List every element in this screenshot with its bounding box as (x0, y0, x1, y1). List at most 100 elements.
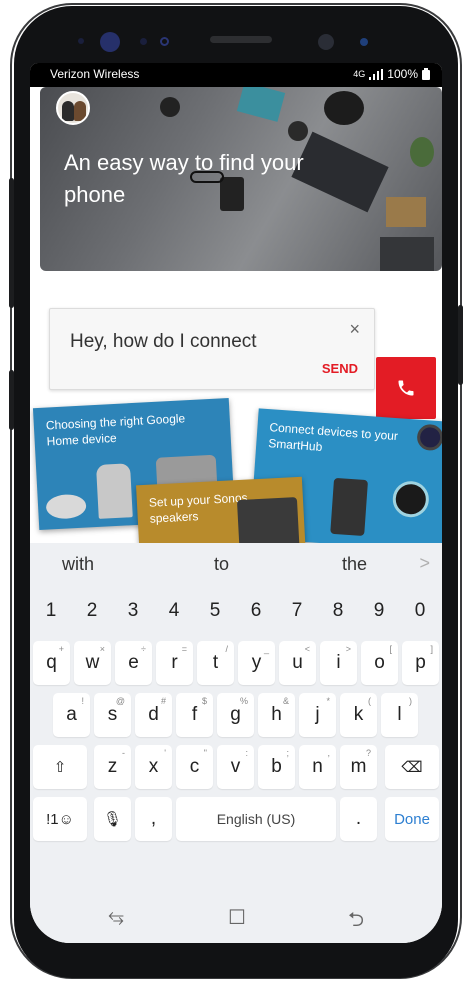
key-m[interactable]: ? m (340, 745, 377, 789)
led-sensor (360, 38, 368, 46)
key-y-hint: _ (263, 644, 269, 654)
power-button (458, 305, 463, 385)
key-h-label: h (271, 704, 282, 725)
tile-sonos-label: Set up your Sonos speakers (148, 490, 248, 526)
key-c[interactable]: " c (176, 745, 213, 789)
signal-icon (369, 68, 384, 80)
key-4[interactable]: 4 (155, 589, 193, 633)
proximity-sensor (140, 38, 147, 45)
key-d[interactable]: # d (135, 693, 172, 737)
key-t-hint: / (225, 644, 228, 654)
key-l[interactable]: ) l (381, 693, 418, 737)
key-j[interactable]: * j (299, 693, 336, 737)
key-h[interactable]: & h (258, 693, 295, 737)
backspace-icon[interactable]: ⌫ (385, 745, 439, 789)
key-6[interactable]: 6 (237, 589, 275, 633)
key-e[interactable]: ÷ e (115, 641, 152, 685)
key-q-label: q (46, 652, 57, 673)
close-icon[interactable]: × (349, 319, 360, 340)
key-d-label: d (148, 704, 159, 725)
key-2[interactable]: 2 (73, 589, 111, 633)
headphones-deco (324, 91, 364, 125)
key-g[interactable]: % g (217, 693, 254, 737)
key-0[interactable]: 0 (401, 589, 439, 633)
key-u[interactable]: < u (279, 641, 316, 685)
hero-title: An easy way to find your phone (64, 150, 304, 207)
key-q[interactable]: + q (33, 641, 70, 685)
key-n[interactable]: ,n (299, 745, 336, 789)
done-button[interactable]: Done (385, 797, 439, 841)
suggestion-3[interactable]: the (342, 554, 367, 575)
back-icon[interactable]: ⮌ (348, 905, 364, 939)
key-i[interactable]: > i (320, 641, 357, 685)
speaker-mini-deco (45, 493, 87, 520)
send-button[interactable]: SEND (322, 361, 358, 376)
key-1[interactable]: 1 (32, 589, 70, 633)
key-t-label: t (212, 652, 219, 673)
number-row: 1 2 3 4 5 6 7 8 9 0 (30, 589, 442, 633)
key-5[interactable]: 5 (196, 589, 234, 633)
space-key[interactable]: English (US) (176, 797, 336, 841)
comma-key[interactable]: , (135, 797, 172, 841)
shift-icon[interactable]: ⇧ (33, 745, 87, 789)
home-icon[interactable]: ☐ (228, 905, 246, 930)
key-s[interactable]: @ s (94, 693, 131, 737)
key-j-label: j (315, 704, 320, 725)
symbols-key[interactable]: !1☺ (33, 797, 87, 841)
earpiece-speaker (210, 36, 272, 43)
key-y[interactable]: _ y (238, 641, 275, 685)
key-e-hint: ÷ (141, 644, 146, 654)
key-9[interactable]: 9 (360, 589, 398, 633)
chevron-right-icon[interactable]: > (419, 553, 430, 574)
suggestion-2[interactable]: to (214, 554, 229, 575)
speaker-deco (95, 463, 133, 519)
letter-row-1: + q × w ÷ e = r / t _ y < u > i [o ] p (30, 641, 442, 685)
key-w-label: w (85, 652, 100, 673)
key-3[interactable]: 3 (114, 589, 152, 633)
camera-lens-deco (160, 97, 180, 117)
key-w-hint: × (99, 644, 105, 654)
cup-deco (288, 121, 308, 141)
mic-icon[interactable]: 🎙 (94, 797, 131, 841)
phone-deco (330, 477, 369, 537)
key-b[interactable]: ; b (258, 745, 295, 789)
key-w[interactable]: × w (74, 641, 111, 685)
period-key[interactable]: . (340, 797, 377, 841)
key-y-label: y (251, 652, 262, 673)
carrier-label: Verizon Wireless (50, 67, 140, 81)
key-a[interactable]: ! a (53, 693, 90, 737)
recents-icon[interactable]: ⥃ (108, 905, 124, 928)
key-f-label: f (191, 704, 198, 725)
key-k[interactable]: (k (340, 693, 377, 737)
letter-row-3: ⇧ -z ' x " c :v ; b ,n ? m ⌫ (30, 745, 442, 789)
notebook-deco (236, 87, 286, 122)
key-l-hint: ) (409, 696, 412, 706)
chat-input-card[interactable]: Hey, how do I connect × SEND (49, 308, 375, 390)
key-o[interactable]: [o (361, 641, 398, 685)
key-k-label: k (353, 704, 364, 725)
key-8[interactable]: 8 (319, 589, 357, 633)
key-7[interactable]: 7 (278, 589, 316, 633)
key-v-hint: : (245, 748, 248, 758)
key-u-hint: < (304, 644, 310, 654)
key-a-hint: ! (81, 696, 84, 706)
key-z[interactable]: -z (94, 745, 131, 789)
hero-banner[interactable]: An easy way to find your phone (40, 87, 442, 271)
phone-screen: Verizon Wireless 4G 100% An easy way to … (30, 63, 442, 943)
key-v[interactable]: :v (217, 745, 254, 789)
call-button[interactable] (376, 357, 436, 419)
key-o-hint: [ (389, 644, 392, 654)
key-r[interactable]: = r (156, 641, 193, 685)
key-f[interactable]: $ f (176, 693, 213, 737)
key-v-label: v (230, 756, 241, 777)
key-p-hint: ] (430, 644, 433, 654)
key-j-hint: * (326, 696, 330, 706)
key-t[interactable]: / t (197, 641, 234, 685)
key-k-hint: ( (368, 696, 371, 706)
key-p[interactable]: ] p (402, 641, 439, 685)
key-r-label: r (171, 652, 178, 673)
key-x[interactable]: ' x (135, 745, 172, 789)
suggestion-1[interactable]: with (62, 554, 94, 575)
key-c-hint: " (203, 748, 207, 758)
chat-input[interactable]: Hey, how do I connect (70, 331, 257, 353)
